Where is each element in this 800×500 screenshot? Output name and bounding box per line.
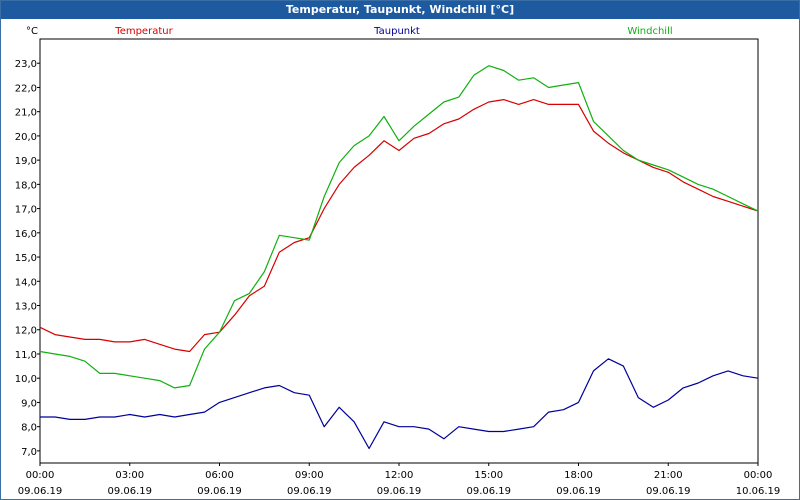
y-tick-label: 23,0 [15,59,37,70]
x-tick-time: 15:00 [474,470,503,481]
x-tick-time: 21:00 [654,470,683,481]
x-tick-date: 09.06.19 [466,486,511,497]
x-tick-date: 09.06.19 [18,486,63,497]
y-tick-label: 15,0 [15,253,37,264]
legend: Temperatur Taupunkt Windchill [114,26,672,37]
x-tick-time: 09:00 [295,470,324,481]
y-tick-label: 18,0 [15,180,37,191]
chart: 7,0 8,0 9,0 10,0 11,0 12,0 13,0 14,0 15,0 16,0 17,… [15,26,781,497]
x-tick-time: 00:00 [26,470,55,481]
plot-area [39,38,759,464]
x-tick-time: 18:00 [564,470,593,481]
y-tick-label: 21,0 [15,108,37,119]
x-tick-time: 06:00 [205,470,234,481]
x-tick-date: 09.06.19 [107,486,152,497]
y-tick-label: 14,0 [15,277,37,288]
x-tick-time: 12:00 [385,470,414,481]
y-tick-label: 16,0 [15,229,37,240]
x-tick-time: 00:00 [744,470,773,481]
legend-label-windchill: Windchill [627,26,672,37]
x-tick-time: 03:00 [115,470,144,481]
y-tick-label: 7,0 [21,447,37,458]
legend-label-temperatur: Temperatur [114,26,173,37]
y-tick-label: 17,0 [15,205,37,216]
y-axis-label: °C [26,26,38,37]
y-tick-label: 20,0 [15,132,37,143]
legend-label-taupunkt: Taupunkt [373,26,420,37]
x-tick-date: 09.06.19 [287,486,332,497]
x-tick-date: 09.06.19 [556,486,601,497]
y-tick-label: 9,0 [21,398,37,409]
y-tick-label: 22,0 [15,83,37,94]
y-tick-label: 19,0 [15,156,37,167]
y-tick-label: 10,0 [15,374,37,385]
y-tick-label: 12,0 [15,326,37,337]
x-tick-date: 09.06.19 [197,486,242,497]
y-tick-label: 13,0 [15,302,37,313]
x-tick-date: 10.06.19 [736,486,781,497]
x-tick-date: 09.06.19 [377,486,422,497]
x-tick-date: 09.06.19 [646,486,691,497]
y-tick-label: 11,0 [15,350,37,361]
y-tick-label: 8,0 [21,423,37,434]
